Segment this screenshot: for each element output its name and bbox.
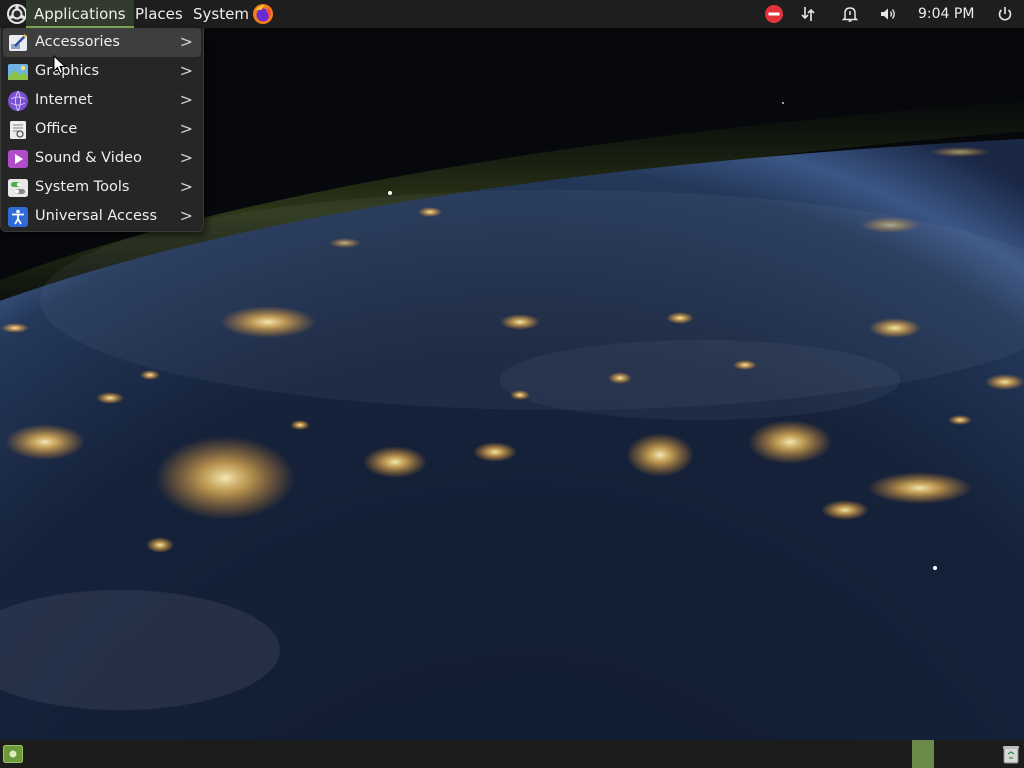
menu-item-accessories[interactable]: Accessories >: [3, 28, 201, 57]
applications-menu[interactable]: Applications: [26, 0, 134, 28]
chevron-right-icon: >: [179, 206, 193, 225]
chevron-right-icon: >: [179, 32, 193, 51]
menu-item-office[interactable]: Office >: [3, 115, 201, 144]
desktop[interactable]: Applications Places System 9:04 PM Acces…: [0, 0, 1024, 768]
menu-item-label: Internet: [35, 92, 93, 108]
office-icon: [10, 121, 26, 139]
power-icon[interactable]: [995, 4, 1015, 24]
bottom-panel: [0, 740, 1024, 768]
firefox-icon[interactable]: [251, 2, 275, 26]
sound-video-icon: [8, 150, 28, 168]
menu-item-label: Universal Access: [35, 208, 158, 224]
chevron-right-icon: >: [179, 90, 193, 109]
chevron-right-icon: >: [179, 148, 193, 167]
menu-item-label: Sound & Video: [35, 150, 142, 166]
graphics-icon: [8, 64, 28, 80]
top-panel: Applications Places System 9:04 PM: [0, 0, 1024, 28]
internet-icon: [8, 90, 28, 112]
show-desktop-icon[interactable]: [3, 745, 23, 763]
menu-item-label: Graphics: [35, 63, 100, 79]
network-icon[interactable]: [798, 4, 818, 24]
menu-item-universal-access[interactable]: Universal Access >: [3, 202, 201, 231]
menu-item-graphics[interactable]: Graphics >: [3, 57, 201, 86]
do-not-disturb-icon[interactable]: [764, 4, 784, 24]
applications-dropdown: Accessories > Graphics > Internet > Offi…: [0, 28, 204, 232]
workspace-switcher[interactable]: [912, 740, 934, 768]
ubuntu-mate-logo-icon[interactable]: [6, 3, 28, 25]
places-menu[interactable]: Places: [127, 0, 191, 28]
chevron-right-icon: >: [179, 119, 193, 138]
menu-item-internet[interactable]: Internet >: [3, 86, 201, 115]
menu-item-sound-video[interactable]: Sound & Video >: [3, 144, 201, 173]
system-tools-icon: [8, 179, 28, 197]
trash-icon[interactable]: [1002, 744, 1020, 764]
menu-item-label: System Tools: [35, 179, 130, 195]
mouse-cursor-icon: [53, 55, 67, 75]
clock[interactable]: 9:04 PM: [918, 0, 974, 28]
accessories-icon: [9, 34, 27, 51]
chevron-right-icon: >: [179, 61, 193, 80]
menu-item-system-tools[interactable]: System Tools >: [3, 173, 201, 202]
menu-item-label: Accessories: [35, 34, 120, 50]
menu-item-label: Office: [35, 121, 78, 137]
chevron-right-icon: >: [179, 177, 193, 196]
universal-access-icon: [8, 207, 28, 227]
notification-bell-icon[interactable]: [840, 4, 860, 24]
system-menu[interactable]: System: [185, 0, 257, 28]
volume-icon[interactable]: [878, 4, 898, 24]
